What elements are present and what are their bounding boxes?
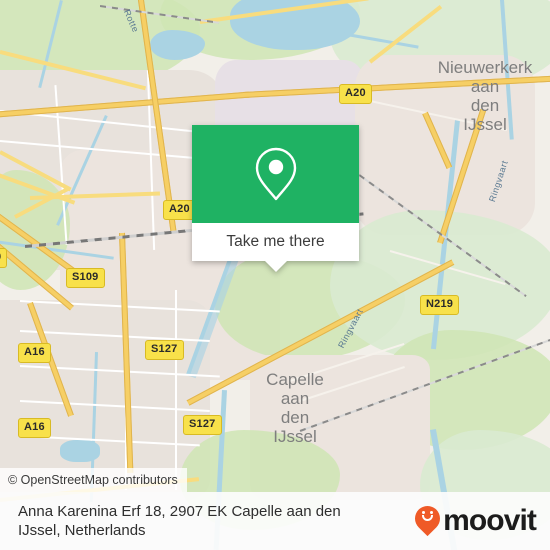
moovit-wordmark: moovit (443, 504, 537, 537)
map-pin-icon (192, 125, 359, 223)
moovit-pin-icon (409, 500, 446, 537)
place-label-line: den (280, 408, 310, 428)
place-label-nieuwerkerk: Nieuwerkerk aan den IJssel (430, 58, 540, 134)
address-line-1: Anna Karenina Erf 18, 2907 EK Capelle aa… (18, 502, 341, 520)
road-shield-partial: 0 (0, 248, 8, 268)
road-shield-a16: A16 (18, 343, 51, 363)
map-water-area (150, 30, 205, 60)
map-screenshot: A20 A20 S109 A16 A16 S127 S127 N219 0 Ni… (0, 0, 550, 550)
place-label-line: IJssel (273, 427, 317, 447)
moovit-pin-face (415, 510, 440, 525)
moovit-eye-right (430, 510, 434, 514)
place-label-line: Nieuwerkerk (437, 58, 533, 77)
take-me-there-button[interactable]: Take me there (192, 223, 359, 261)
moovit-eye-left (422, 510, 426, 514)
map-attribution[interactable]: © OpenStreetMap contributors (0, 468, 187, 492)
road-shield-a20: A20 (339, 84, 372, 104)
place-label-line: aan (280, 389, 310, 409)
place-label-line: Capelle (266, 370, 324, 389)
footer-bar: Anna Karenina Erf 18, 2907 EK Capelle aa… (0, 492, 550, 550)
location-callout[interactable]: Take me there (192, 125, 359, 272)
callout-header (192, 125, 359, 223)
road-shield-n219: N219 (420, 295, 460, 315)
address-text: Anna Karenina Erf 18, 2907 EK Capelle aa… (18, 502, 341, 541)
take-me-there-label: Take me there (226, 233, 325, 250)
callout-tail (264, 261, 287, 272)
road-shield-a20: A20 (163, 200, 196, 220)
road-shield-s127: S127 (183, 415, 222, 435)
moovit-logo[interactable]: moovit (409, 500, 537, 537)
road-shield-s109: S109 (66, 268, 105, 288)
map-minor-road (175, 290, 177, 490)
road-shield-a16: A16 (18, 418, 51, 438)
place-label-line: IJssel (463, 115, 507, 135)
place-label-line: den (470, 96, 500, 116)
map-water-area (60, 440, 100, 462)
address-line-2: IJssel, Netherlands (18, 522, 146, 539)
place-label-capelle: Capelle aan den IJssel (250, 370, 340, 446)
road-shield-s127: S127 (145, 340, 184, 360)
map-canvas[interactable]: A20 A20 S109 A16 A16 S127 S127 N219 0 Ni… (0, 0, 550, 550)
place-label-line: aan (470, 77, 500, 97)
moovit-smile (422, 514, 434, 521)
